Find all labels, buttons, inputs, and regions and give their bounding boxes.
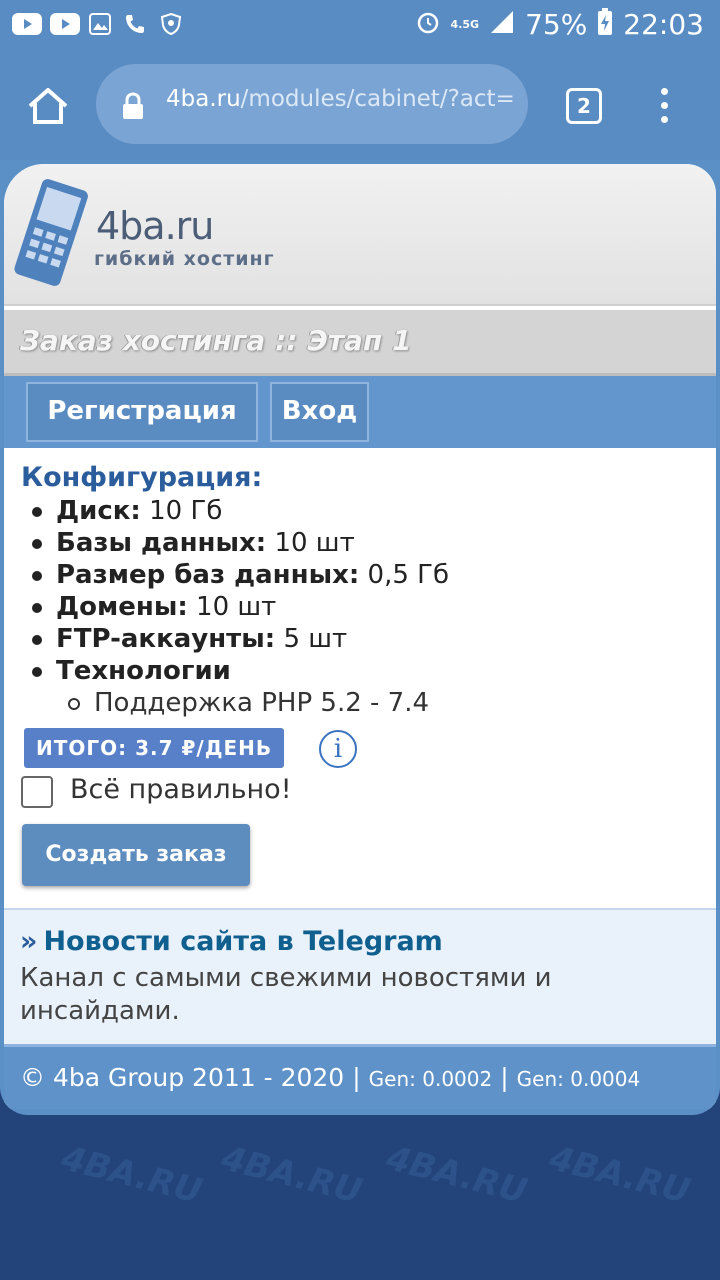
- spec-label: FTP-аккаунты:: [56, 624, 276, 654]
- gen-time: Gen: 0.0002: [368, 1067, 493, 1091]
- tech-label: Поддержка PHP 5.2 - 7.4: [94, 688, 430, 718]
- spec-item: Диск: 10 Гб: [32, 496, 222, 526]
- footer-text: © 4ba Group 2011 - 2020 | Gen: 0.0002 | Gen:…: [20, 1063, 640, 1092]
- youtube-icon: [12, 10, 42, 38]
- footer: © 4ba Group 2011 - 2020 | Gen: 0.0002 | Gen:…: [4, 1044, 716, 1109]
- site-header: 4ba.ru гибкий хостинг: [4, 164, 716, 306]
- spec-item: Технологии: [32, 656, 231, 686]
- footer-separator: |: [500, 1063, 509, 1092]
- copyright: © 4ba Group 2011 - 2020: [20, 1063, 345, 1092]
- spec-value: 0,5 Гб: [367, 560, 450, 590]
- shield-icon: [158, 10, 184, 38]
- telegram-news-link[interactable]: Новости сайта в Telegram: [43, 926, 442, 957]
- tech-item: Поддержка PHP 5.2 - 7.4: [68, 688, 429, 718]
- page-title-bar: Заказ хостинга :: Этап 1: [4, 310, 716, 376]
- bullet: [32, 634, 42, 645]
- spec-item: Размер баз данных: 0,5 Гб: [32, 560, 449, 590]
- main-card: 4ba.ru гибкий хостинг Заказ хостинга :: …: [0, 160, 720, 1115]
- nav-bar: Регистрация Вход: [4, 376, 716, 448]
- bullet: [32, 602, 42, 613]
- total-price-badge: ИТОГО: 3.7 ₽/ДЕНЬ: [24, 728, 285, 768]
- spec-label: Диск:: [56, 496, 141, 526]
- logo-tagline: гибкий хостинг: [94, 248, 275, 270]
- call-icon: [122, 10, 148, 38]
- card-inner: 4ba.ru гибкий хостинг Заказ хостинга :: …: [4, 164, 716, 1109]
- battery-percent: 75%: [525, 7, 588, 41]
- spec-label: Домены:: [56, 592, 188, 622]
- clock: 22:03: [623, 7, 704, 41]
- browser-toolbar: 4ba.ru/modules/cabinet/?act= 2: [0, 50, 720, 160]
- footer-separator: |: [352, 1063, 361, 1092]
- tab-switcher-button[interactable]: 2: [566, 88, 602, 124]
- spec-item: Базы данных: 10 шт: [32, 528, 355, 558]
- spec-item: FTP-аккаунты: 5 шт: [32, 624, 347, 654]
- news-heading: » Новости сайта в Telegram: [20, 926, 443, 957]
- register-button[interactable]: Регистрация: [26, 382, 258, 442]
- gen-time: Gen: 0.0004: [516, 1067, 641, 1091]
- logo-name[interactable]: 4ba.ru: [96, 204, 214, 248]
- battery-charging-icon: [597, 8, 613, 40]
- news-arrow: »: [20, 926, 38, 957]
- bullet: [32, 506, 42, 517]
- spec-value: 10 шт: [196, 592, 277, 622]
- status-bar: 4.5G 75% 22:03: [0, 0, 720, 50]
- spec-value: 10 шт: [274, 528, 355, 558]
- gallery-icon: [88, 10, 112, 38]
- order-form: Конфигурация: Диск: 10 Гб Базы данных: 1…: [4, 448, 716, 908]
- info-icon[interactable]: i: [319, 730, 357, 768]
- spec-value: 10 Гб: [149, 496, 223, 526]
- spec-value: 5 шт: [283, 624, 348, 654]
- spec-label: Размер баз данных:: [56, 560, 360, 590]
- url-bar[interactable]: 4ba.ru/modules/cabinet/?act=: [96, 64, 528, 144]
- create-order-button[interactable]: Создать заказ: [22, 824, 250, 886]
- menu-icon[interactable]: [652, 84, 676, 128]
- url-host: 4ba.ru: [166, 86, 241, 112]
- network-type: 4.5G: [450, 17, 480, 31]
- news-block: » Новости сайта в Telegram Канал с самыми…: [4, 908, 716, 1044]
- login-button[interactable]: Вход: [270, 382, 369, 442]
- bullet: [32, 570, 42, 581]
- youtube-icon: [50, 10, 80, 38]
- spec-label: Технологии: [56, 656, 231, 686]
- page-title: Заказ хостинга :: Этап 1: [20, 324, 412, 357]
- spec-item: Домены: 10 шт: [32, 592, 276, 622]
- config-title: Конфигурация:: [21, 462, 263, 493]
- url-text: 4ba.ru/modules/cabinet/?act=: [166, 86, 515, 112]
- url-path: /modules/cabinet/?act=: [240, 86, 515, 112]
- phone-logo-icon[interactable]: [4, 176, 94, 294]
- signal-icon: [489, 9, 515, 39]
- alarm-icon: [415, 9, 441, 39]
- bullet: [32, 538, 42, 549]
- bullet: [68, 697, 80, 710]
- lock-icon: [120, 92, 148, 120]
- home-icon[interactable]: [24, 82, 72, 130]
- news-description: Канал с самыми свежими новостями и инсай…: [20, 963, 552, 1026]
- confirm-checkbox[interactable]: [21, 776, 53, 808]
- confirm-label[interactable]: Всё правильно!: [70, 774, 292, 805]
- bullet: [32, 666, 42, 677]
- spec-label: Базы данных:: [56, 528, 267, 558]
